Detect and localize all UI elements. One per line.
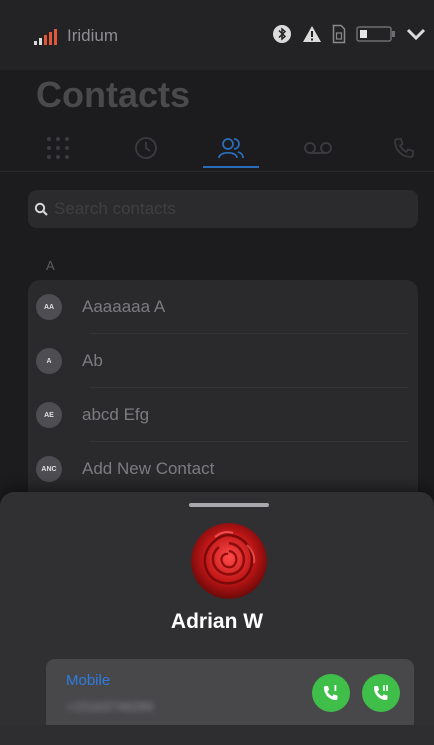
- contact-name: abcd Efg: [82, 405, 150, 424]
- list-item[interactable]: AA Aaaaaaa A: [28, 280, 418, 334]
- sim-icon: [332, 24, 346, 44]
- avatar: A: [36, 348, 62, 374]
- phone-screen: Iridium Contacts Search contacts A AA Aa…: [0, 0, 434, 745]
- contact-name: Aaaaaaa A: [82, 297, 166, 316]
- contact-photo-rose: [191, 523, 267, 599]
- voicemail-icon: [304, 142, 332, 154]
- phone-icon: [394, 138, 414, 158]
- list-item[interactable]: AE abcd Efg: [28, 388, 418, 442]
- tab-keypad[interactable]: [28, 128, 88, 168]
- call-line-2-button[interactable]: [362, 674, 400, 712]
- avatar: ANC: [36, 456, 62, 482]
- list-item[interactable]: A Ab: [28, 334, 418, 388]
- chevron-down-icon[interactable]: [406, 27, 426, 41]
- sheet-contact-name: Adrian W: [170, 610, 264, 633]
- sheet-grabber[interactable]: [189, 503, 269, 507]
- active-tab-indicator: [203, 166, 259, 168]
- tab-voicemail[interactable]: [288, 128, 348, 168]
- contact-detail-sheet: Adrian W Mobile +15163746289: [0, 492, 434, 745]
- tabs-divider: [0, 171, 434, 172]
- phone-label: Mobile: [66, 672, 111, 689]
- list-item[interactable]: ANC Add New Contact: [28, 442, 418, 496]
- tab-recents[interactable]: [116, 128, 176, 168]
- avatar: AE: [36, 402, 62, 428]
- contacts-icon: [218, 138, 244, 159]
- page-title: Contacts: [36, 74, 191, 115]
- phone-number-card[interactable]: Mobile +15163746289: [46, 659, 414, 731]
- call-line-1-icon: [324, 685, 338, 700]
- phone-number: +15163746289: [66, 699, 154, 714]
- status-bar: Iridium: [0, 0, 434, 70]
- search-input[interactable]: [52, 198, 418, 220]
- search-bar: [28, 190, 418, 228]
- clock-icon: [135, 137, 157, 159]
- status-icons: [272, 24, 426, 44]
- carrier-name: Iridium: [67, 26, 119, 45]
- contact-name: Add New Contact: [82, 459, 215, 478]
- signal-bars-icon: [34, 29, 57, 45]
- section-header: A: [46, 258, 55, 273]
- search-icon: [34, 202, 48, 216]
- tab-dialer[interactable]: [374, 128, 434, 168]
- call-line-2-icon: [374, 685, 388, 700]
- carrier-info: Iridium: [34, 27, 118, 45]
- call-line-1-button[interactable]: [312, 674, 350, 712]
- bottom-strip: [0, 725, 434, 745]
- bluetooth-icon: [273, 25, 291, 43]
- tab-contacts[interactable]: [201, 128, 261, 168]
- avatar: AA: [36, 294, 62, 320]
- keypad-icon: [47, 137, 69, 159]
- contact-name: Ab: [82, 351, 103, 370]
- battery-icon: [356, 26, 395, 42]
- warning-icon: [303, 26, 321, 42]
